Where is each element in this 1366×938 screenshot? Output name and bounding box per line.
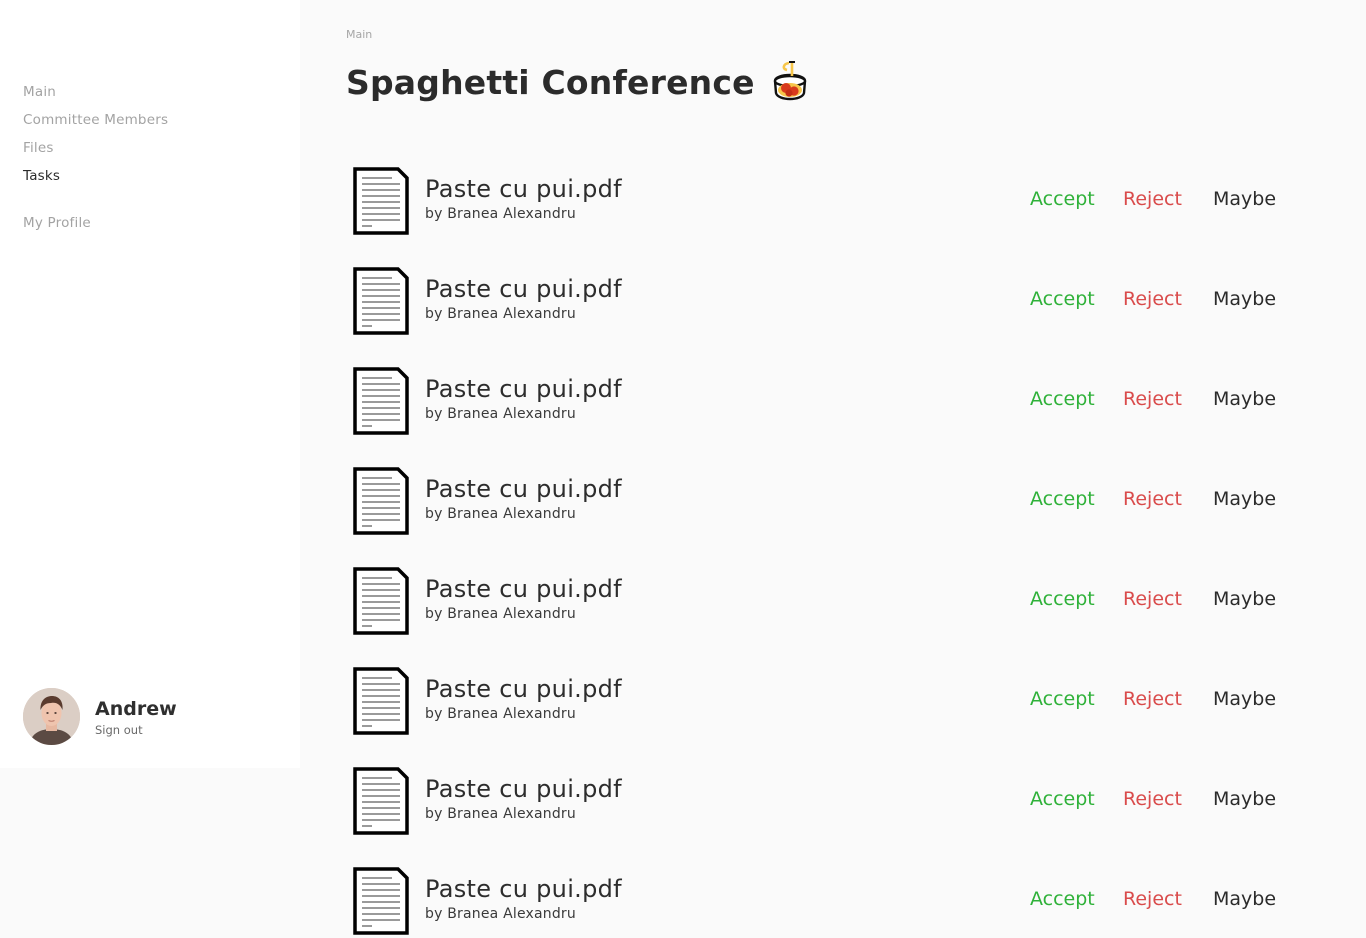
document-icon [353, 567, 409, 635]
row-actions: Accept Reject Maybe [1030, 787, 1276, 811]
sidebar-item-files[interactable]: Files [23, 138, 168, 166]
avatar[interactable] [23, 688, 80, 745]
reject-button[interactable]: Reject [1123, 287, 1213, 311]
reject-button[interactable]: Reject [1123, 587, 1213, 611]
sign-out-link[interactable]: Sign out [95, 723, 177, 737]
row-actions: Accept Reject Maybe [1030, 387, 1276, 411]
file-list: Paste cu pui.pdf by Branea Alexandru Acc… [352, 166, 1282, 938]
file-author: by Branea Alexandru [425, 906, 576, 922]
file-name[interactable]: Paste cu pui.pdf [425, 674, 622, 704]
reject-button[interactable]: Reject [1123, 387, 1213, 411]
row-actions: Accept Reject Maybe [1030, 687, 1276, 711]
document-icon [353, 867, 409, 935]
file-name[interactable]: Paste cu pui.pdf [425, 374, 622, 404]
list-item: Paste cu pui.pdf by Branea Alexandru Acc… [352, 466, 1282, 566]
maybe-button[interactable]: Maybe [1213, 887, 1276, 911]
list-item: Paste cu pui.pdf by Branea Alexandru Acc… [352, 166, 1282, 266]
file-name[interactable]: Paste cu pui.pdf [425, 174, 622, 204]
document-icon [353, 467, 409, 535]
list-item: Paste cu pui.pdf by Branea Alexandru Acc… [352, 666, 1282, 766]
spaghetti-icon [773, 61, 806, 101]
file-name[interactable]: Paste cu pui.pdf [425, 274, 622, 304]
accept-button[interactable]: Accept [1030, 487, 1123, 511]
user-panel: Andrew Sign out [23, 688, 177, 745]
file-author: by Branea Alexandru [425, 706, 576, 722]
reject-button[interactable]: Reject [1123, 887, 1213, 911]
file-name[interactable]: Paste cu pui.pdf [425, 774, 622, 804]
document-icon [353, 167, 409, 235]
row-actions: Accept Reject Maybe [1030, 487, 1276, 511]
reject-button[interactable]: Reject [1123, 787, 1213, 811]
maybe-button[interactable]: Maybe [1213, 387, 1276, 411]
file-author: by Branea Alexandru [425, 206, 576, 222]
document-icon [353, 667, 409, 735]
row-actions: Accept Reject Maybe [1030, 587, 1276, 611]
file-author: by Branea Alexandru [425, 506, 576, 522]
file-name[interactable]: Paste cu pui.pdf [425, 574, 622, 604]
document-icon [353, 267, 409, 335]
file-name[interactable]: Paste cu pui.pdf [425, 874, 622, 904]
sidebar-item-tasks[interactable]: Tasks [23, 166, 168, 194]
maybe-button[interactable]: Maybe [1213, 687, 1276, 711]
file-author: by Branea Alexandru [425, 306, 576, 322]
reject-button[interactable]: Reject [1123, 487, 1213, 511]
row-actions: Accept Reject Maybe [1030, 887, 1276, 911]
document-icon [353, 767, 409, 835]
accept-button[interactable]: Accept [1030, 287, 1123, 311]
list-item: Paste cu pui.pdf by Branea Alexandru Acc… [352, 866, 1282, 938]
accept-button[interactable]: Accept [1030, 887, 1123, 911]
list-item: Paste cu pui.pdf by Branea Alexandru Acc… [352, 566, 1282, 666]
list-item: Paste cu pui.pdf by Branea Alexandru Acc… [352, 266, 1282, 366]
maybe-button[interactable]: Maybe [1213, 787, 1276, 811]
reject-button[interactable]: Reject [1123, 687, 1213, 711]
maybe-button[interactable]: Maybe [1213, 487, 1276, 511]
sidebar-item-my-profile[interactable]: My Profile [23, 213, 168, 241]
file-author: by Branea Alexandru [425, 806, 576, 822]
accept-button[interactable]: Accept [1030, 787, 1123, 811]
sidebar-item-main[interactable]: Main [23, 82, 168, 110]
file-author: by Branea Alexandru [425, 406, 576, 422]
accept-button[interactable]: Accept [1030, 587, 1123, 611]
sidebar-nav: Main Committee Members Files Tasks My Pr… [23, 82, 168, 241]
accept-button[interactable]: Accept [1030, 387, 1123, 411]
title-row: Spaghetti Conference [346, 60, 811, 104]
list-item: Paste cu pui.pdf by Branea Alexandru Acc… [352, 766, 1282, 866]
accept-button[interactable]: Accept [1030, 187, 1123, 211]
row-actions: Accept Reject Maybe [1030, 287, 1276, 311]
sidebar-item-committee-members[interactable]: Committee Members [23, 110, 168, 138]
row-actions: Accept Reject Maybe [1030, 187, 1276, 211]
file-author: by Branea Alexandru [425, 606, 576, 622]
accept-button[interactable]: Accept [1030, 687, 1123, 711]
breadcrumb[interactable]: Main [346, 28, 372, 41]
reject-button[interactable]: Reject [1123, 187, 1213, 211]
maybe-button[interactable]: Maybe [1213, 587, 1276, 611]
maybe-button[interactable]: Maybe [1213, 287, 1276, 311]
document-icon [353, 367, 409, 435]
avatar-portrait-icon [23, 688, 80, 745]
page-title: Spaghetti Conference [346, 62, 755, 102]
maybe-button[interactable]: Maybe [1213, 187, 1276, 211]
user-name: Andrew [95, 697, 177, 720]
sidebar: Main Committee Members Files Tasks My Pr… [0, 0, 300, 768]
file-name[interactable]: Paste cu pui.pdf [425, 474, 622, 504]
list-item: Paste cu pui.pdf by Branea Alexandru Acc… [352, 366, 1282, 466]
